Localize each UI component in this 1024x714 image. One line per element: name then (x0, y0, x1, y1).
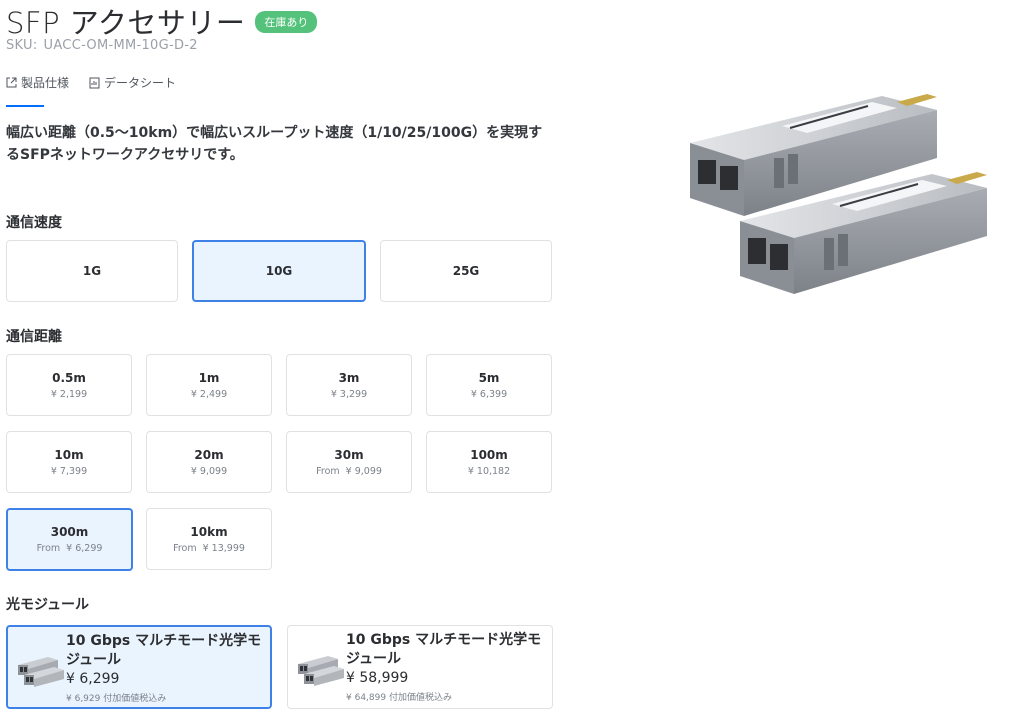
distance-option-name: 100m (470, 447, 508, 462)
tab-specs[interactable]: 製品仕様 (6, 74, 69, 91)
sku-value: UACC-OM-MM-10G-D-2 (43, 38, 198, 53)
distance-option-name: 300m (50, 525, 89, 539)
price-prefix: From (173, 542, 197, 554)
distance-option-price: ¥ 10,182 (467, 465, 511, 477)
tab-specs-label: 製品仕様 (21, 76, 70, 90)
module-price: ¥ 58,999 (346, 670, 409, 686)
distance-option-price: ¥ 7,399 (50, 465, 88, 477)
datasheet-icon (89, 77, 100, 88)
module-name: 10 Gbps マルチモード光学モジュール (66, 633, 262, 668)
active-tab-indicator (6, 105, 44, 107)
distance-option-20m[interactable]: 20m ¥ 9,099 (146, 431, 272, 493)
distance-option-5m[interactable]: 5m ¥ 6,399 (426, 354, 552, 416)
speed-option-10g[interactable]: 10G (192, 240, 366, 302)
speed-option-name: 1G (82, 264, 102, 278)
speed-option-name: 10G (265, 264, 293, 278)
module-price: ¥ 6,299 (66, 671, 120, 687)
speed-option-25g[interactable]: 25G (380, 240, 552, 302)
speed-option-name: 25G (452, 264, 480, 278)
distance-option-name: 20m (194, 447, 224, 462)
external-link-icon (6, 77, 17, 88)
tab-datasheet-label: データシート (104, 76, 177, 90)
speed-option-1g[interactable]: 1G (6, 240, 178, 302)
sfp-module-thumbnail (298, 656, 344, 686)
page-title: SFP アクセサリー (6, 6, 246, 40)
distance-option-price: From ¥ 6,299 (36, 543, 103, 554)
distance-option-price: ¥ 9,099 (190, 465, 228, 477)
distance-option-10m[interactable]: 10m ¥ 7,399 (6, 431, 132, 493)
distance-option-name: 3m (338, 370, 360, 385)
price-prefix: From (36, 543, 61, 554)
module-tax-note: ¥ 64,899 付加価値税込み (346, 693, 452, 703)
distance-option-0-5m[interactable]: 0.5m ¥ 2,199 (6, 354, 132, 416)
distance-option-price: From ¥ 13,999 (173, 542, 245, 554)
distance-option-price: ¥ 6,399 (470, 388, 508, 400)
tab-datasheet[interactable]: データシート (89, 74, 176, 91)
distance-option-30m[interactable]: 30m From ¥ 9,099 (286, 431, 412, 493)
distance-option-1m[interactable]: 1m ¥ 2,499 (146, 354, 272, 416)
module-option-multimode-2[interactable]: 10 Gbps マルチモード光学モジュール ¥ 58,999 ¥ 64,899 … (287, 625, 553, 709)
distance-option-3m[interactable]: 3m ¥ 3,299 (286, 354, 412, 416)
distance-option-name: 1m (198, 370, 220, 385)
distance-option-name: 0.5m (52, 370, 86, 385)
module-option-multimode[interactable]: 10 Gbps マルチモード光学モジュール ¥ 6,299 ¥ 6,929 付加… (6, 625, 272, 709)
distance-option-price: ¥ 2,499 (190, 388, 228, 400)
sku: SKU: UACC-OM-MM-10G-D-2 (6, 38, 198, 53)
distance-option-name: 10km (190, 524, 228, 539)
distance-option-name: 5m (478, 370, 500, 385)
speed-section-label: 通信速度 (6, 215, 62, 231)
module-name: 10 Gbps マルチモード光学モジュール (346, 632, 542, 667)
distance-option-price: ¥ 2,199 (50, 388, 88, 400)
distance-section-label: 通信距離 (6, 329, 62, 345)
sfp-module-thumbnail (18, 657, 64, 687)
distance-option-name: 10m (54, 447, 84, 462)
price-prefix: From (316, 465, 340, 477)
distance-option-300m[interactable]: 300m From ¥ 6,299 (6, 508, 133, 571)
product-image (690, 94, 987, 294)
doc-tabs: 製品仕様 データシート (6, 74, 176, 91)
distance-option-price: ¥ 3,299 (330, 388, 368, 400)
distance-option-100m[interactable]: 100m ¥ 10,182 (426, 431, 552, 493)
distance-option-10km[interactable]: 10km From ¥ 13,999 (146, 508, 272, 570)
sku-label: SKU: (6, 38, 38, 53)
distance-option-price: From ¥ 9,099 (316, 465, 382, 477)
stock-badge: 在庫あり (255, 11, 318, 33)
title-row: SFP アクセサリー 在庫あり (6, 0, 318, 42)
module-section-label: 光モジュール (6, 597, 90, 613)
product-description: 幅広い距離（0.5〜10km）で幅広いスループット速度（1/10/25/100G… (6, 125, 543, 163)
distance-option-name: 30m (334, 447, 364, 462)
module-tax-note: ¥ 6,929 付加価値税込み (66, 694, 167, 704)
